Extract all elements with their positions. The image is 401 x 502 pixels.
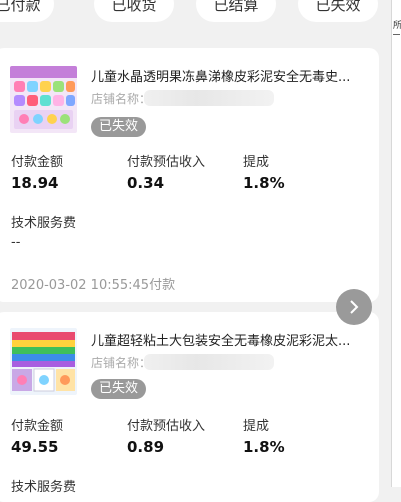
paid-amount-label: 付款金额 — [11, 155, 64, 170]
slime-product-image — [10, 66, 77, 133]
tab-paid[interactable]: 已付款 — [0, 0, 54, 22]
status-badge: 已失效 — [91, 379, 147, 399]
paid-amount-value: 18.94 — [11, 174, 59, 192]
payment-time: 2020-03-02 10:55:45付款 — [11, 278, 176, 293]
shop-name-redacted — [144, 354, 274, 370]
paid-amount-label: 付款金额 — [11, 419, 64, 434]
service-fee-value: -- — [11, 235, 21, 250]
chevron-right-icon — [350, 300, 359, 314]
order-card[interactable]: 儿童超轻粘土大包装安全无毒橡皮泥彩泥太... 店铺名称： 已失效 付款金额 付款… — [0, 312, 379, 502]
tab-invalid[interactable]: 已失效 — [298, 0, 378, 22]
clay-product-image — [10, 328, 77, 395]
commission-value: 1.8% — [243, 174, 285, 192]
shop-name-redacted — [144, 90, 274, 106]
commission-label: 提成 — [243, 155, 270, 170]
shop-name-label: 店铺名称： — [91, 356, 152, 370]
shop-name-label: 店铺名称： — [91, 92, 152, 106]
est-income-label: 付款预估收入 — [127, 419, 206, 434]
service-fee-label: 技术服务费 — [11, 480, 77, 495]
product-title[interactable]: 儿童超轻粘土大包装安全无毒橡皮泥彩泥太... — [91, 330, 353, 349]
est-income-value: 0.89 — [127, 438, 165, 456]
product-title[interactable]: 儿童水晶透明果冻鼻涕橡皮彩泥安全无毒史... — [91, 66, 353, 85]
commission-label: 提成 — [243, 419, 270, 434]
status-tabs: 已付款 已收货 已结算 已失效 — [0, 0, 392, 26]
service-fee-label: 技术服务费 — [11, 216, 77, 231]
status-badge: 已失效 — [91, 117, 147, 137]
tab-received[interactable]: 已收货 — [94, 0, 174, 22]
next-button[interactable] — [336, 289, 372, 325]
order-card[interactable]: 儿童水晶透明果冻鼻涕橡皮彩泥安全无毒史... 店铺名称： 已失效 付款金额 付款… — [0, 48, 379, 302]
side-panel-divider — [393, 34, 400, 35]
side-panel-edge: 所 — [391, 0, 401, 487]
est-income-value: 0.34 — [127, 174, 165, 192]
side-panel-char: 所 — [393, 21, 401, 31]
commission-value: 1.8% — [243, 438, 285, 456]
paid-amount-value: 49.55 — [11, 438, 59, 456]
product-thumbnail — [10, 328, 77, 395]
tab-settled[interactable]: 已结算 — [196, 0, 276, 22]
est-income-label: 付款预估收入 — [127, 155, 206, 170]
product-thumbnail — [10, 66, 77, 133]
